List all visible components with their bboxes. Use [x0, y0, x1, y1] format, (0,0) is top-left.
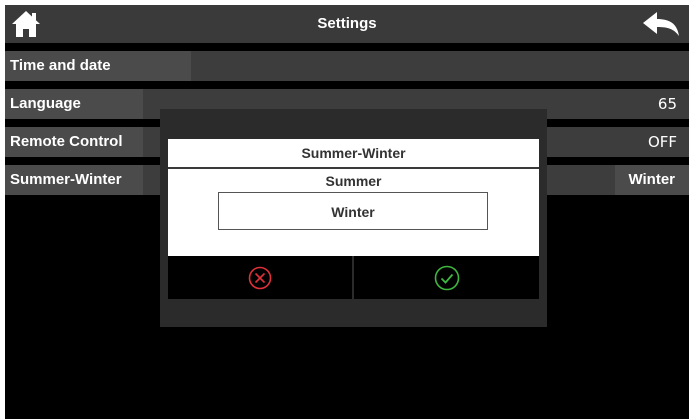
- settings-row-label: Language: [5, 89, 143, 119]
- option-winter-selected[interactable]: Winter: [218, 192, 488, 230]
- row-background: [191, 51, 689, 81]
- dialog-title: Summer-Winter: [301, 145, 406, 161]
- settings-row-value: 65: [657, 95, 677, 113]
- top-bar: Settings: [5, 5, 689, 43]
- cancel-button[interactable]: [168, 256, 352, 299]
- back-arrow-icon: [643, 12, 679, 36]
- settings-row-label: Time and date: [5, 51, 191, 81]
- confirm-button[interactable]: [354, 256, 539, 299]
- settings-row-time-date[interactable]: Time and date: [5, 51, 689, 81]
- settings-screen: Settings Time and date Language 65 Remot…: [5, 5, 689, 419]
- dialog-divider: [168, 167, 539, 169]
- settings-row-label: Summer-Winter: [5, 165, 143, 195]
- settings-row-value: OFF: [647, 133, 677, 151]
- cancel-x-icon: [248, 266, 272, 289]
- back-button[interactable]: [641, 10, 681, 38]
- settings-row-label: Remote Control: [5, 127, 143, 157]
- option-summer[interactable]: Summer: [168, 171, 539, 191]
- confirm-check-icon: [434, 265, 459, 290]
- page-title: Settings: [317, 15, 377, 32]
- summer-winter-dialog: Summer-Winter Summer Winter: [168, 139, 539, 256]
- settings-row-value: Winter: [628, 171, 675, 188]
